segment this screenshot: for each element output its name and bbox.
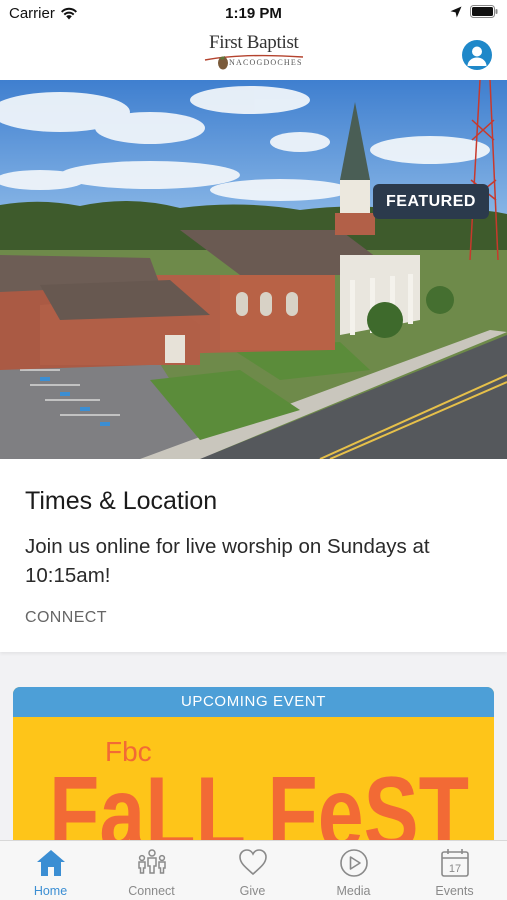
nav-bar: First Baptist NACOGDOCHES	[0, 28, 507, 80]
tab-events-label: Events	[435, 884, 474, 898]
people-icon	[138, 849, 166, 874]
church-building-photo	[0, 80, 507, 459]
church-logo[interactable]: First Baptist NACOGDOCHES	[203, 32, 307, 74]
heart-icon	[239, 849, 267, 876]
calendar-icon: 17	[441, 849, 469, 877]
banner-large-text: FaLL FeST	[49, 756, 469, 847]
featured-badge: FEATURED	[373, 184, 489, 219]
times-location-card[interactable]: Times & Location Join us online for live…	[0, 459, 507, 652]
tab-bar: Home Connect Give Media 17 Events	[0, 840, 507, 900]
upcoming-event-header: UPCOMING EVENT	[13, 687, 494, 717]
upcoming-event-card[interactable]: UPCOMING EVENT Fbc FaLL FeST	[13, 687, 494, 847]
featured-image[interactable]: FEATURED	[0, 80, 507, 459]
tab-connect-label: Connect	[128, 884, 175, 898]
tab-media-label: Media	[336, 884, 371, 898]
status-right	[450, 5, 498, 18]
battery-icon	[470, 5, 498, 18]
fall-fest-banner: Fbc FaLL FeST	[49, 736, 469, 847]
location-arrow-icon	[450, 6, 462, 17]
tab-home-label: Home	[33, 884, 68, 898]
calendar-day-text: 17	[449, 863, 461, 875]
profile-button[interactable]	[462, 40, 492, 70]
logo-subtitle: NACOGDOCHES	[229, 58, 303, 67]
home-icon	[37, 850, 65, 876]
tab-media[interactable]: Media	[303, 841, 404, 900]
user-icon	[467, 46, 487, 66]
tab-connect[interactable]: Connect	[101, 841, 202, 900]
tab-give[interactable]: Give	[202, 841, 303, 900]
status-bar: Carrier 1:19 PM	[0, 0, 507, 28]
play-icon	[340, 849, 368, 877]
card-description: Join us online for live worship on Sunda…	[25, 535, 430, 587]
tab-events[interactable]: 17 Events	[404, 841, 505, 900]
connect-link[interactable]: CONNECT	[25, 609, 107, 627]
tab-home[interactable]: Home	[0, 841, 101, 900]
app-screen: Carrier 1:19 PM First Baptist NACOGDOCHE…	[0, 0, 507, 900]
tab-give-label: Give	[239, 884, 266, 898]
card-title: Times & Location	[25, 487, 218, 515]
status-time: 1:19 PM	[225, 5, 282, 22]
